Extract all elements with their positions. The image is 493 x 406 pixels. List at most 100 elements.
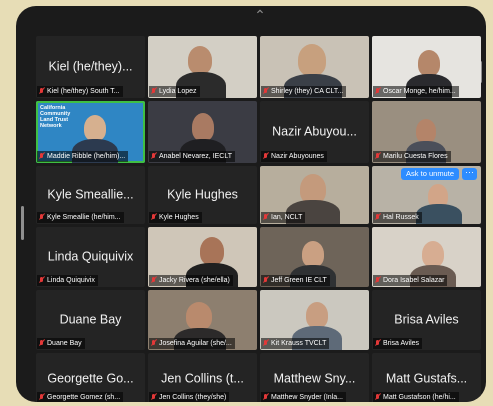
participant-name: Georgette Go...	[47, 370, 134, 385]
microphone-muted-icon	[263, 340, 268, 347]
participant-name: Matt Gustafs...	[385, 370, 468, 385]
participant-tile[interactable]: Shirley (they) CA CLT...	[260, 36, 369, 98]
participant-tile[interactable]: Linda Quiquivix Linda Quiquivix	[36, 227, 145, 287]
participant-label: Jen Collins (they/she)	[149, 392, 230, 402]
participant-label: Matt Gustafson (he/hi...	[373, 392, 459, 402]
participant-tile[interactable]: Matt Gustafs... Matt Gustafson (he/hi...	[372, 353, 481, 402]
participant-label: Matthew Snyder (Inla...	[261, 392, 346, 402]
participant-name: Nazir Abuyou...	[272, 124, 357, 139]
participant-tile[interactable]: Duane Bay Duane Bay	[36, 290, 145, 350]
participant-tile[interactable]: Kyle Hughes Kyle Hughes	[148, 166, 257, 224]
participant-label: Marilu Cuesta Flores	[373, 151, 451, 162]
microphone-muted-icon	[375, 394, 380, 401]
microphone-muted-icon	[151, 214, 156, 221]
participant-label: Kyle Smeallie (he/him...	[37, 212, 124, 223]
microphone-muted-icon	[375, 214, 380, 221]
participant-video	[188, 46, 212, 74]
microphone-muted-icon	[151, 88, 156, 95]
participant-video	[302, 241, 324, 267]
participant-label: Kyle Hughes	[149, 212, 202, 223]
participant-name: Kyle Smeallie...	[47, 187, 134, 202]
participant-video	[306, 302, 328, 328]
microphone-muted-icon	[39, 88, 44, 95]
participant-name: Kyle Hughes	[167, 187, 238, 202]
participant-tile[interactable]: Lydia Lopez	[148, 36, 257, 98]
participant-label: Shirley (they) CA CLT...	[261, 86, 347, 97]
participant-tile[interactable]: Kit Krauss TVCLT	[260, 290, 369, 350]
participant-tile[interactable]: Oscar Monge, he/him...	[372, 36, 481, 98]
participant-video	[200, 237, 224, 265]
participant-tile[interactable]: Jacky Rivera (she/ella)	[148, 227, 257, 287]
microphone-muted-icon	[39, 340, 44, 347]
participant-label: Ian, NCLT	[261, 212, 306, 223]
participant-label: Duane Bay	[37, 338, 85, 349]
participant-label: Kit Krauss TVCLT	[261, 338, 330, 349]
participant-video	[298, 44, 326, 76]
participant-label: Anabel Nevarez, IECLT	[149, 151, 236, 162]
participant-label: Maddie Ribble (he/him)...	[37, 151, 129, 162]
participant-label: Oscar Monge, he/him...	[373, 86, 459, 97]
participant-label: Linda Quiquivix	[37, 275, 98, 286]
participant-tile[interactable]: Ian, NCLT	[260, 166, 369, 224]
participant-name: Jen Collins (t...	[161, 370, 244, 385]
microphone-muted-icon	[263, 153, 268, 160]
microphone-muted-icon	[375, 88, 380, 95]
tablet-frame: ⌃ Kiel (he/they)... Kiel (he/they) South…	[16, 6, 486, 402]
participant-video	[416, 119, 436, 143]
microphone-muted-icon	[263, 394, 268, 401]
participant-label: Kiel (he/they) South T...	[37, 86, 123, 97]
participant-tile[interactable]: Marilu Cuesta Flores	[372, 101, 481, 163]
participant-tile-active[interactable]: California Community Land Trust Network …	[36, 101, 145, 163]
side-handle-left[interactable]	[21, 206, 24, 240]
chevron-up-icon[interactable]: ⌃	[249, 8, 271, 22]
microphone-muted-icon	[39, 277, 44, 284]
participant-name: Kiel (he/they)...	[48, 59, 133, 74]
participant-name: Linda Quiquivix	[47, 249, 134, 264]
participant-label: Brisa Aviles	[373, 338, 423, 349]
microphone-muted-icon	[39, 214, 44, 221]
participant-video	[192, 113, 214, 141]
participant-label: Jacky Rivera (she/ella)	[149, 275, 233, 286]
participant-label: Lydia Lopez	[149, 86, 200, 97]
ask-to-unmute-button[interactable]: Ask to unmute	[401, 168, 459, 180]
participant-name: Brisa Aviles	[394, 312, 459, 327]
microphone-muted-icon	[39, 153, 44, 160]
microphone-muted-icon	[375, 340, 380, 347]
participant-tile[interactable]: Dora Isabel Salazar	[372, 227, 481, 287]
participant-tile[interactable]: Josefina Aguilar (she/...	[148, 290, 257, 350]
participant-tile[interactable]: Georgette Go... Georgette Gomez (sh...	[36, 353, 145, 402]
microphone-muted-icon	[151, 153, 156, 160]
participant-label: Georgette Gomez (sh...	[37, 392, 124, 402]
participant-grid: Kiel (he/they)... Kiel (he/they) South T…	[36, 36, 481, 402]
microphone-muted-icon	[263, 277, 268, 284]
participant-video	[418, 50, 440, 76]
microphone-muted-icon	[375, 277, 380, 284]
microphone-muted-icon	[375, 153, 380, 160]
org-logo: California Community Land Trust Network	[40, 105, 71, 129]
microphone-muted-icon	[263, 88, 268, 95]
participant-tile[interactable]: Ask to unmute ··· Hal Russek	[372, 166, 481, 224]
participant-video	[84, 115, 106, 141]
microphone-muted-icon	[263, 214, 268, 221]
participant-label: Jeff Green IE CLT	[261, 275, 330, 286]
participant-label: Dora Isabel Salazar	[373, 275, 448, 286]
participant-tile[interactable]: Anabel Nevarez, IECLT	[148, 101, 257, 163]
participant-tile[interactable]: Jen Collins (t... Jen Collins (they/she)	[148, 353, 257, 402]
participant-tile[interactable]: Brisa Aviles Brisa Aviles	[372, 290, 481, 350]
participant-label: Nazir Abuyounes	[261, 151, 327, 162]
more-options-icon[interactable]: ···	[462, 168, 477, 180]
participant-name: Matthew Sny...	[273, 370, 356, 385]
microphone-muted-icon	[39, 394, 44, 401]
participant-tile[interactable]: Kiel (he/they)... Kiel (he/they) South T…	[36, 36, 145, 98]
participant-video	[422, 241, 444, 267]
microphone-muted-icon	[151, 340, 156, 347]
microphone-muted-icon	[151, 394, 156, 401]
participant-tile[interactable]: Nazir Abuyou... Nazir Abuyounes	[260, 101, 369, 163]
participant-video	[186, 302, 212, 330]
participant-tile[interactable]: Kyle Smeallie... Kyle Smeallie (he/him..…	[36, 166, 145, 224]
participant-tile[interactable]: Matthew Sny... Matthew Snyder (Inla...	[260, 353, 369, 402]
participant-label: Hal Russek	[373, 212, 422, 223]
participant-name: Duane Bay	[59, 312, 122, 327]
participant-label: Josefina Aguilar (she/...	[149, 338, 235, 349]
participant-tile[interactable]: Jeff Green IE CLT	[260, 227, 369, 287]
